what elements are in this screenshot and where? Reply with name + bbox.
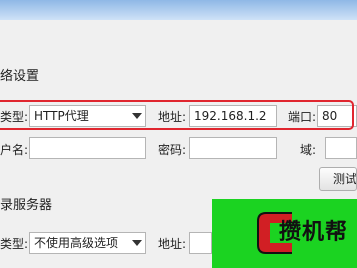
login-address-input[interactable] [189, 232, 212, 254]
username-input[interactable] [29, 137, 146, 159]
domain-input[interactable] [325, 137, 357, 159]
test-button[interactable]: 测试 [319, 167, 357, 191]
watermark-logo: 攒机帮 [212, 199, 357, 268]
username-label: 户名: [0, 143, 29, 157]
password-label: 密码: [158, 143, 187, 157]
proxy-row-highlight [0, 100, 354, 130]
domain-label: 域: [300, 143, 317, 157]
login-address-label: 地址: [158, 237, 187, 251]
login-type-label: 类型: [0, 237, 29, 251]
login-type-value: 不使用高级选项 [34, 236, 119, 250]
password-input[interactable] [189, 137, 277, 159]
login-type-select[interactable]: 不使用高级选项 [29, 232, 146, 254]
network-section-title: 络设置 [0, 69, 40, 84]
login-server-section-title: 录服务器 [0, 198, 53, 213]
watermark-text: 攒机帮 [279, 220, 349, 245]
chevron-down-icon[interactable] [129, 233, 145, 253]
window-titlebar [0, 0, 357, 20]
